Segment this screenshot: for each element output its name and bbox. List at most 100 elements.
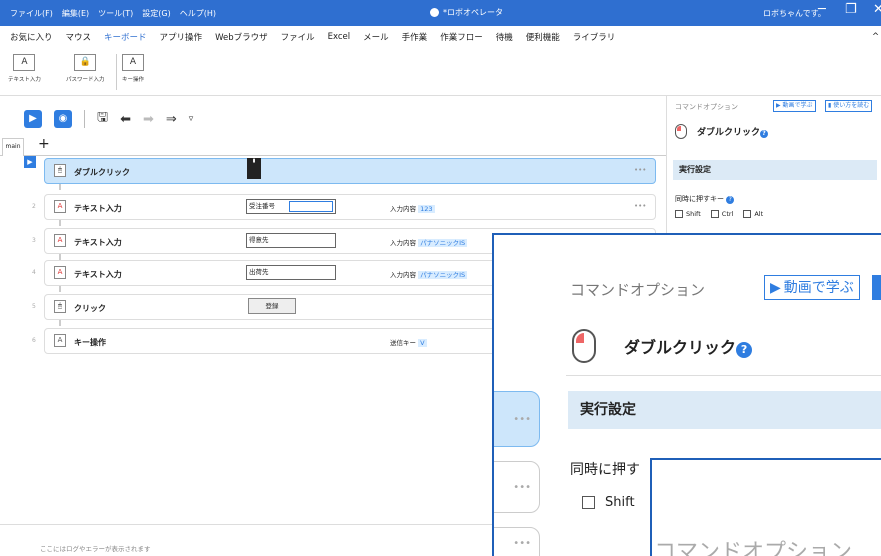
- ribbon-tab-manual[interactable]: 手作業: [402, 31, 428, 43]
- zoom-options-header: コマンドオプション: [570, 281, 706, 299]
- ribbon-key-operation-button[interactable]: A キー操作: [122, 52, 144, 83]
- ribbon-tab-web[interactable]: Webブラウザ: [215, 31, 268, 43]
- menu-settings[interactable]: 設定(G): [142, 8, 170, 19]
- ribbon-tab-favorites[interactable]: お気に入り: [10, 31, 53, 43]
- ribbon-tab-mail[interactable]: メール: [363, 31, 389, 43]
- ribbon-text-input-label: テキスト入力: [8, 77, 41, 83]
- more-icon[interactable]: ▿: [189, 114, 194, 124]
- row-number: 4: [32, 269, 36, 276]
- more-options-icon[interactable]: •••: [634, 166, 646, 174]
- minimize-button[interactable]: ─: [818, 2, 826, 17]
- help-icon[interactable]: ?: [760, 130, 769, 138]
- alt-checkbox[interactable]: Alt: [743, 210, 763, 218]
- close-button[interactable]: ✕: [873, 2, 881, 17]
- tab-bar: main +: [0, 136, 666, 156]
- target-button-thumbnail: 登録: [248, 298, 296, 314]
- play-icon[interactable]: ▶: [24, 110, 42, 128]
- zoom-read-howto-button[interactable]: [872, 275, 881, 300]
- ribbon-tab-utility[interactable]: 便利機能: [526, 31, 560, 43]
- editor-toolbar: ▶ ◉ 🖫 ⬅ ➡ ⇒ ▿: [24, 108, 193, 130]
- ribbon-tab-file[interactable]: ファイル: [281, 31, 315, 43]
- info-value: V: [418, 339, 427, 347]
- ribbon-tab-flow[interactable]: 作業フロー: [440, 31, 483, 43]
- help-icon[interactable]: ?: [726, 196, 735, 204]
- target-field-label: 受注番号: [249, 202, 275, 210]
- zoom-command-title: ダブルクリック?: [572, 329, 753, 363]
- password-input-icon: 🔒: [74, 54, 97, 71]
- checkbox-box: [675, 210, 683, 218]
- ribbon: A テキスト入力 🔒 パスワード入力 A キー操作: [0, 48, 881, 96]
- menu-tools[interactable]: ツール(T): [98, 8, 133, 19]
- save-icon[interactable]: 🖫: [97, 108, 108, 130]
- shift-checkbox[interactable]: Shift: [675, 210, 701, 218]
- ribbon-collapse-button[interactable]: ^: [872, 32, 879, 42]
- simultaneous-keys-text: 同時に押すキー: [675, 195, 724, 203]
- options-command-title: ダブルクリック?: [675, 124, 769, 139]
- ribbon-tab-mouse[interactable]: マウス: [66, 31, 92, 43]
- read-howto-label: 使い方を読む: [833, 102, 870, 109]
- command-row-box[interactable]: [44, 158, 656, 184]
- user-name[interactable]: ロボちゃんです。: [763, 8, 826, 19]
- target-field-input: [289, 201, 333, 212]
- row-number: 2: [32, 203, 36, 210]
- zoom-row-selected[interactable]: •••: [494, 391, 540, 447]
- connector: [59, 320, 61, 326]
- info-value: パナソニックIS: [418, 271, 468, 279]
- command-row-box[interactable]: [44, 194, 656, 220]
- zoom-shift-label: Shift: [605, 495, 635, 510]
- menu-edit[interactable]: 編集(E): [62, 8, 89, 19]
- ribbon-tab-app[interactable]: アプリ操作: [160, 31, 203, 43]
- learn-by-video-button[interactable]: ▶ 動画で学ぶ: [773, 100, 816, 112]
- mouse-icon: [675, 124, 687, 139]
- tab-main[interactable]: main: [2, 138, 24, 156]
- checkbox-box: [710, 210, 719, 218]
- zoom-learn-by-video-button[interactable]: ▶ 動画で学ぶ: [764, 275, 860, 300]
- text-input-icon: A: [54, 234, 66, 247]
- target-field: 得意先: [246, 233, 336, 248]
- zoom-shift-checkbox[interactable]: Shift: [582, 495, 635, 510]
- zoom2-options-header: コマンドオプション: [654, 540, 853, 556]
- ribbon-text-input-button[interactable]: A テキスト入力: [8, 52, 41, 83]
- menu-file[interactable]: ファイル(F): [10, 8, 53, 19]
- ribbon-tab-excel[interactable]: Excel: [328, 32, 351, 42]
- zoom-row[interactable]: •••: [494, 461, 540, 513]
- text-input-icon: A: [54, 266, 66, 279]
- add-tab-button[interactable]: +: [38, 136, 50, 152]
- target-thumbnail: ▮: [247, 158, 261, 179]
- zoom-execution-settings-section[interactable]: 実行設定: [568, 391, 881, 429]
- target-field-label: 出荷先: [249, 268, 269, 276]
- export-icon[interactable]: ⇒: [166, 112, 177, 127]
- zoom-row[interactable]: •••: [494, 527, 540, 556]
- connector: [59, 220, 61, 226]
- app-icon: [430, 8, 439, 17]
- command-row[interactable]: 🖱 ダブルクリック ▮ •••: [0, 158, 666, 184]
- zoom-simultaneous-keys-label: 同時に押す: [570, 462, 640, 478]
- ctrl-label: Ctrl: [721, 210, 734, 218]
- log-placeholder: ここにはログやエラーが表示されます: [40, 545, 151, 553]
- command-info: 入力内容 パナソニックIS: [390, 269, 468, 279]
- ctrl-checkbox[interactable]: Ctrl: [710, 210, 734, 218]
- maximize-button[interactable]: ❐: [845, 2, 857, 17]
- record-icon[interactable]: ◉: [54, 110, 72, 128]
- zoom-learn-by-video-label: 動画で学ぶ: [783, 279, 854, 296]
- ribbon-tab-keyboard[interactable]: キーボード: [104, 31, 147, 43]
- read-howto-button[interactable]: ▮ 使い方を読む: [825, 100, 873, 112]
- command-info: 送信キー V: [390, 337, 427, 347]
- help-icon[interactable]: ?: [736, 342, 753, 358]
- ribbon-tab-wait[interactable]: 待機: [496, 31, 513, 43]
- zoom-command-name: ダブルクリック: [624, 338, 737, 357]
- ribbon-separator: [116, 54, 117, 90]
- more-options-icon[interactable]: •••: [634, 202, 646, 210]
- ribbon-tab-library[interactable]: ライブラリ: [573, 31, 616, 43]
- execution-settings-section[interactable]: 実行設定: [673, 160, 877, 180]
- command-row[interactable]: 2 A テキスト入力 受注番号 入力内容 123 •••: [0, 194, 666, 220]
- command-label: テキスト入力: [74, 238, 122, 247]
- redo-icon[interactable]: ➡: [143, 112, 154, 127]
- menu-help[interactable]: ヘルプ(H): [180, 8, 216, 19]
- ribbon-password-input-button[interactable]: 🔒 パスワード入力: [66, 52, 105, 83]
- command-label: クリック: [74, 304, 106, 313]
- command-label: キー操作: [74, 338, 106, 347]
- undo-icon[interactable]: ⬅: [120, 112, 131, 127]
- info-value: パナソニックIS: [418, 239, 468, 247]
- key-operation-icon: A: [122, 54, 144, 71]
